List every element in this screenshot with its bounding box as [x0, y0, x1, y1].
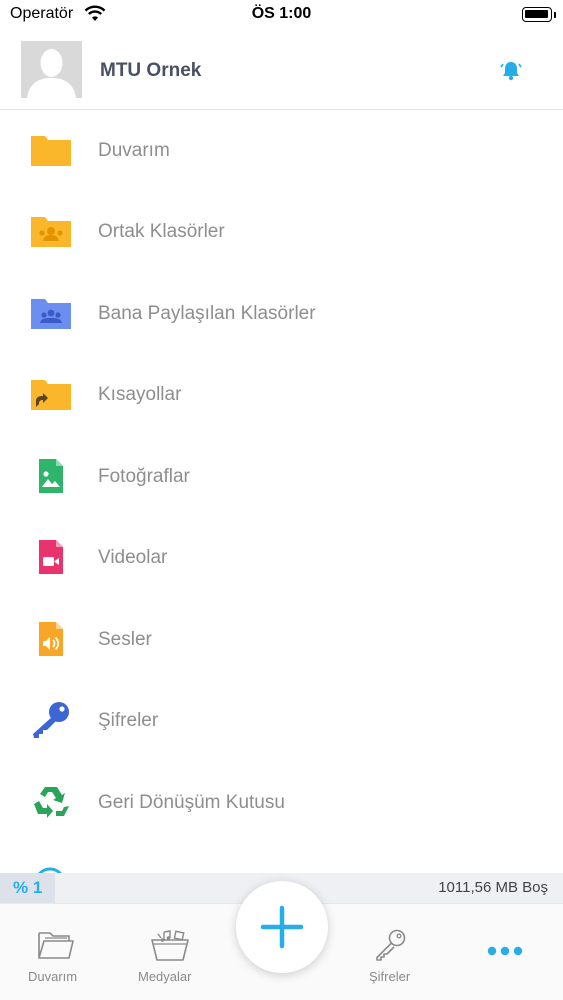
menu-item-label: Kısayollar [98, 384, 182, 405]
battery-tip [554, 12, 556, 18]
menu-item-label: Duvarım [98, 140, 170, 161]
menu-item-sifreler[interactable]: Şifreler [0, 680, 563, 760]
menu-item-fotograflar[interactable]: Fotoğraflar [0, 436, 563, 516]
menu-item-label: Geri Dönüşüm Kutusu [98, 792, 285, 813]
menu-item-label: Videolar [98, 547, 168, 568]
shared-folder-icon [31, 217, 71, 247]
menu-item-geri-donusum[interactable]: Geri Dönüşüm Kutusu [0, 762, 563, 842]
folder-outline-icon [38, 932, 74, 959]
recycle-icon [34, 787, 69, 818]
menu-item-ortak-klasorler[interactable]: Ortak Klasörler [0, 191, 563, 271]
user-name: MTU Ornek [100, 60, 202, 81]
key-outline-icon [376, 929, 406, 961]
storage-percent: % 1 [13, 878, 43, 897]
photo-file-icon [39, 459, 63, 493]
profile-header: MTU Ornek [0, 40, 563, 110]
battery-icon [522, 7, 552, 22]
video-file-icon [39, 540, 63, 574]
partial-item-icon [38, 867, 62, 873]
more-icon [487, 946, 523, 956]
menu-item-kisayollar[interactable]: Kısayollar [0, 354, 563, 434]
avatar-placeholder-icon [21, 41, 82, 98]
bell-icon[interactable] [500, 59, 522, 81]
tab-more[interactable] [448, 904, 563, 1000]
audio-file-icon [39, 622, 63, 656]
tab-label: Medyalar [138, 969, 192, 984]
menu-item-bana-paylasilan[interactable]: Bana Paylaşılan Klasörler [0, 273, 563, 353]
key-icon [33, 702, 69, 738]
menu-item-sesler[interactable]: Sesler [0, 599, 563, 679]
status-time: ÖS 1:00 [251, 5, 312, 22]
status-bar: Operatör ÖS 1:00 [0, 0, 563, 30]
menu-item-duvarim[interactable]: Duvarım [0, 110, 563, 190]
menu-item-label: Şifreler [98, 710, 159, 731]
menu-item-label: Ortak Klasörler [98, 221, 225, 242]
avatar[interactable] [21, 41, 82, 98]
shared-with-me-folder-icon [31, 299, 71, 329]
folder-icon [31, 136, 71, 166]
storage-free: 1011,56 MB Boş [438, 879, 548, 896]
tab-medyalar[interactable]: Medyalar [112, 904, 224, 1000]
tab-sifreler[interactable]: Şifreler [336, 904, 448, 1000]
shortcut-folder-icon [31, 380, 71, 410]
menu-item-label: Sesler [98, 629, 152, 650]
menu-item-label: Bana Paylaşılan Klasörler [98, 303, 316, 324]
add-button[interactable] [236, 881, 328, 973]
menu-item-partial [0, 843, 563, 873]
tab-label: Duvarım [28, 969, 78, 984]
menu-item-label: Fotoğraflar [98, 466, 190, 487]
media-icon [151, 930, 189, 961]
tab-label: Şifreler [369, 969, 411, 984]
plus-icon [260, 905, 304, 949]
tab-duvarim[interactable]: Duvarım [0, 904, 112, 1000]
menu-item-videolar[interactable]: Videolar [0, 517, 563, 597]
